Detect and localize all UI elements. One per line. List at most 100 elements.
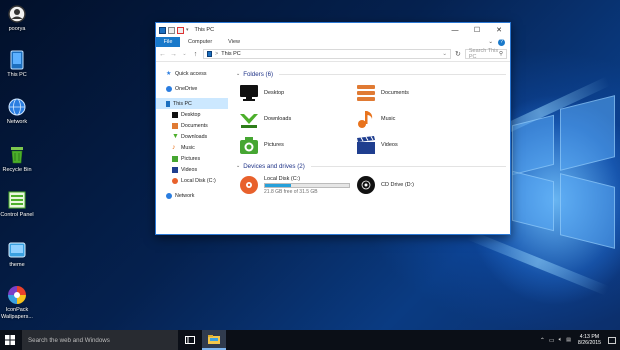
search-icon: ⚲: [498, 51, 503, 57]
clock[interactable]: 4:13 PM 8/26/2015: [575, 334, 604, 347]
nav-item-pictures[interactable]: Pictures: [156, 153, 228, 164]
start-button[interactable]: [0, 330, 20, 350]
taskbar-search-input[interactable]: Search the web and Windows: [22, 330, 178, 350]
music-folder-icon: [356, 109, 376, 129]
taskbar-file-explorer-button[interactable]: [202, 330, 226, 350]
refresh-icon[interactable]: ↻: [455, 50, 461, 58]
volume-icon[interactable]: 🔈︎: [559, 337, 563, 344]
properties-icon[interactable]: [168, 26, 175, 34]
nav-item-documents[interactable]: Documents: [156, 120, 228, 131]
drives-group-header[interactable]: ⌄ Devices and drives (2): [236, 161, 510, 171]
chevron-down-icon[interactable]: ▾: [186, 27, 189, 33]
windows-logo-pane: [560, 173, 615, 249]
desktop-icon-network[interactable]: Network: [0, 97, 34, 126]
desktop-icon-this-pc[interactable]: This PC: [0, 50, 34, 79]
desktop-icon: [172, 111, 178, 118]
desktop-icon-theme[interactable]: theme: [0, 240, 34, 269]
user-folder-icon: [7, 4, 27, 24]
iconpack-icon: [7, 285, 27, 305]
search-input[interactable]: Search This PC ⚲: [464, 48, 507, 60]
chevron-up-icon[interactable]: ⌃: [540, 337, 545, 344]
folder-music[interactable]: Music: [356, 108, 473, 129]
folder-label: Music: [381, 115, 396, 122]
control-panel-icon: [7, 190, 27, 210]
collapse-chevron-icon[interactable]: ⌄: [236, 163, 240, 169]
nav-item-label: Quick access: [175, 70, 207, 77]
forward-arrow-icon[interactable]: →: [170, 51, 177, 58]
nav-item-network[interactable]: Network: [156, 190, 228, 201]
chevron-down-icon[interactable]: ⌄: [442, 51, 450, 57]
window-title: This PC: [194, 27, 215, 33]
desktop-icon-label: poorya: [8, 26, 26, 32]
tab-computer[interactable]: Computer: [180, 37, 220, 47]
close-button[interactable]: ✕: [488, 23, 510, 37]
downloads-folder-icon: [239, 109, 259, 129]
tab-view[interactable]: View: [220, 37, 248, 47]
title-bar[interactable]: ▾ This PC — ☐ ✕: [156, 23, 510, 37]
videos-folder-icon: [356, 135, 376, 155]
minimize-button[interactable]: —: [444, 23, 466, 37]
back-arrow-icon[interactable]: ←: [159, 51, 166, 58]
documents-icon: [172, 122, 178, 129]
star-icon: ★: [166, 70, 172, 77]
nav-item-this-pc[interactable]: This PC: [156, 98, 228, 109]
network-icon: [7, 97, 27, 117]
nav-item-label: Pictures: [181, 155, 201, 162]
folder-downloads[interactable]: Downloads: [239, 108, 356, 129]
divider: [310, 165, 506, 167]
system-tray: ⌃ ▭ 🔈︎ ▤ 4:13 PM 8/26/2015: [540, 330, 620, 350]
desktop-icon-control-panel[interactable]: Control Panel: [0, 190, 34, 219]
folders-group-header[interactable]: ⌄ Folders (6): [236, 69, 510, 79]
music-note-icon: ♪: [172, 143, 176, 151]
folder-documents[interactable]: Documents: [356, 82, 473, 103]
task-view-button[interactable]: [178, 330, 202, 350]
address-bar[interactable]: > This PC ⌄: [203, 49, 451, 59]
address-bar-row: ← → ⌄ ↑ > This PC ⌄ ↻ Search This PC ⚲: [156, 47, 510, 62]
desktop-icon-poorya[interactable]: poorya: [0, 4, 34, 33]
nav-item-onedrive[interactable]: OneDrive: [156, 83, 228, 94]
desktop-folder-icon: [239, 83, 259, 103]
nav-item-label: Network: [175, 192, 195, 199]
network-status-icon[interactable]: ▭: [549, 337, 555, 344]
app-icon: [159, 26, 166, 34]
folder-label: Documents: [381, 89, 409, 96]
documents-folder-icon: [356, 83, 376, 103]
group-title: Devices and drives (2): [243, 162, 305, 170]
desktop-icon-label: IconPack Wallpapers...: [1, 307, 33, 320]
desktop-icon-label: Recycle Bin: [2, 167, 32, 173]
help-icon[interactable]: ?: [498, 38, 505, 46]
desktop-icon-label: This PC: [7, 72, 27, 78]
video-icon: [172, 166, 178, 173]
folder-desktop[interactable]: Desktop: [239, 82, 356, 103]
disk-usage-bar: [264, 182, 350, 188]
breadcrumb[interactable]: This PC: [221, 51, 241, 57]
nav-item-downloads[interactable]: ▼ Downloads: [156, 131, 228, 142]
notifications-icon[interactable]: [608, 336, 616, 344]
drive-local-disk[interactable]: Local Disk (C:) 21.8 GB free of 31.5 GB: [239, 175, 356, 195]
nav-item-local-disk[interactable]: Local Disk (C:): [156, 175, 228, 186]
drive-cd[interactable]: CD Drive (D:): [356, 175, 473, 195]
ribbon-tabs: File Computer View ⌄ ?: [156, 37, 510, 47]
desktop-icon-iconpack[interactable]: IconPack Wallpapers...: [0, 285, 34, 320]
this-pc-icon: [7, 50, 27, 70]
maximize-button[interactable]: ☐: [466, 23, 488, 37]
folder-pictures[interactable]: Pictures: [239, 134, 356, 155]
collapse-chevron-icon[interactable]: ⌄: [236, 71, 240, 77]
up-arrow-icon[interactable]: ↑: [192, 51, 199, 58]
desktop-icon-recycle-bin[interactable]: Recycle Bin: [0, 145, 34, 174]
recent-locations-icon[interactable]: ⌄: [181, 51, 188, 57]
nav-item-quick-access[interactable]: ★ Quick access: [156, 68, 228, 79]
keyboard-icon[interactable]: ▤: [566, 337, 571, 343]
folder-videos[interactable]: Videos: [356, 134, 473, 155]
new-folder-icon[interactable]: [177, 26, 184, 34]
tab-file[interactable]: File: [156, 37, 180, 47]
nav-item-desktop[interactable]: Desktop: [156, 109, 228, 120]
nav-item-label: OneDrive: [175, 85, 198, 92]
cloud-icon: [166, 85, 172, 92]
desktop-icon-label: Control Panel: [0, 212, 34, 218]
expand-ribbon-icon[interactable]: ⌄: [488, 39, 493, 45]
folder-label: Desktop: [264, 89, 285, 96]
navigation-pane: ★ Quick access OneDrive This PC Desktop …: [156, 62, 228, 234]
nav-item-music[interactable]: ♪ Music: [156, 142, 228, 153]
nav-item-videos[interactable]: Videos: [156, 164, 228, 175]
